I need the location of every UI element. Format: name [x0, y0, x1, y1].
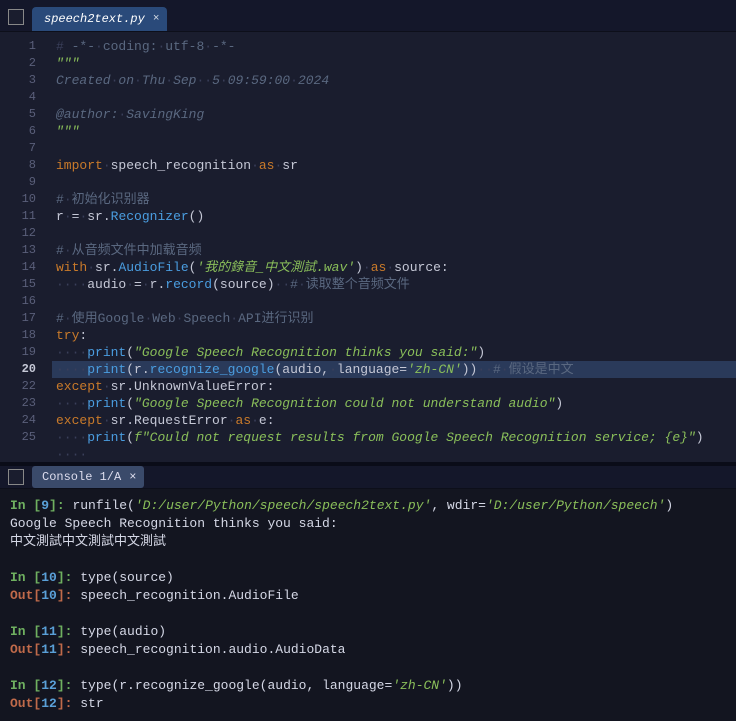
line-number: 19: [12, 344, 36, 361]
editor-tab[interactable]: speech2text.py ×: [32, 7, 167, 31]
code-line[interactable]: except·sr.UnknownValueError:: [52, 378, 736, 395]
line-number: 17: [12, 310, 36, 327]
close-icon[interactable]: ×: [129, 470, 136, 484]
line-number: 8: [12, 157, 36, 174]
panel-icon[interactable]: [8, 9, 24, 25]
line-number: 2: [12, 55, 36, 72]
code-area[interactable]: 123456789101112131415161718192022232425 …: [0, 32, 736, 462]
line-number: 1: [12, 38, 36, 55]
code-line[interactable]: [52, 174, 736, 191]
line-number: 9: [12, 174, 36, 191]
close-icon[interactable]: ×: [153, 13, 160, 25]
code-line[interactable]: with·sr.AudioFile('我的錄音_中文測試.wav')·as·so…: [52, 259, 736, 276]
console-output[interactable]: In [9]: runfile('D:/user/Python/speech/s…: [0, 489, 736, 721]
line-number: 24: [12, 412, 36, 429]
console-tab-bar: Console 1/A ×: [0, 466, 736, 489]
line-number: 7: [12, 140, 36, 157]
line-number: 12: [12, 225, 36, 242]
line-number: 11: [12, 208, 36, 225]
code-line[interactable]: Created·on·Thu·Sep··5·09:59:00·2024: [52, 72, 736, 89]
line-number: 3: [12, 72, 36, 89]
console-line: In [10]: type(source): [10, 569, 726, 587]
code-line[interactable]: #·从音频文件中加载音频: [52, 242, 736, 259]
line-number: 23: [12, 395, 36, 412]
code-line[interactable]: """: [52, 55, 736, 72]
line-number: 16: [12, 293, 36, 310]
line-gutter: 123456789101112131415161718192022232425: [0, 32, 44, 462]
console-line: [10, 659, 726, 677]
line-number: 5: [12, 106, 36, 123]
line-number: 18: [12, 327, 36, 344]
line-number: 25: [12, 429, 36, 446]
line-number: [12, 446, 36, 462]
console-line: In [11]: type(audio): [10, 623, 726, 641]
console-line: [10, 605, 726, 623]
line-number: 13: [12, 242, 36, 259]
line-number: 14: [12, 259, 36, 276]
code-line[interactable]: r·=·sr.Recognizer(): [52, 208, 736, 225]
code-line[interactable]: @author:·SavingKing: [52, 106, 736, 123]
panel-icon[interactable]: [8, 469, 24, 485]
code-line[interactable]: ····: [52, 446, 736, 462]
code-line[interactable]: # -*-·coding:·utf-8·-*-: [52, 38, 736, 55]
code-line[interactable]: [52, 89, 736, 106]
code-line[interactable]: #·初始化识别器: [52, 191, 736, 208]
line-number: 4: [12, 89, 36, 106]
console-line: Out[10]: speech_recognition.AudioFile: [10, 587, 726, 605]
line-number: 20: [12, 361, 36, 378]
code-line[interactable]: """: [52, 123, 736, 140]
code-line[interactable]: [52, 140, 736, 157]
code-line[interactable]: except·sr.RequestError·as·e:: [52, 412, 736, 429]
line-number: 15: [12, 276, 36, 293]
console-line: Out[12]: str: [10, 695, 726, 713]
code-line[interactable]: ····print(f"Could not request results fr…: [52, 429, 736, 446]
console-tab-label: Console 1/A: [42, 470, 121, 484]
code-line[interactable]: #·使用Google·Web·Speech·API进行识别: [52, 310, 736, 327]
code-line[interactable]: try:: [52, 327, 736, 344]
line-number: 22: [12, 378, 36, 395]
console-line: In [9]: runfile('D:/user/Python/speech/s…: [10, 497, 726, 515]
line-number: 6: [12, 123, 36, 140]
console-tab[interactable]: Console 1/A ×: [32, 466, 144, 488]
code-line[interactable]: ····print("Google Speech Recognition thi…: [52, 344, 736, 361]
code-lines[interactable]: # -*-·coding:·utf-8·-*-"""Created·on·Thu…: [44, 32, 736, 462]
code-line[interactable]: ····print(r.recognize_google(audio,·lang…: [52, 361, 736, 378]
editor-tab-label: speech2text.py: [44, 12, 145, 26]
code-line[interactable]: ····audio·=·r.record(source)··#·读取整个音频文件: [52, 276, 736, 293]
code-line[interactable]: import·speech_recognition·as·sr: [52, 157, 736, 174]
console-line: Google Speech Recognition thinks you sai…: [10, 515, 726, 533]
code-line[interactable]: [52, 225, 736, 242]
console-line: Out[11]: speech_recognition.audio.AudioD…: [10, 641, 726, 659]
console-line: [10, 551, 726, 569]
console-panel: Console 1/A × In [9]: runfile('D:/user/P…: [0, 466, 736, 715]
console-line: In [12]: type(r.recognize_google(audio, …: [10, 677, 726, 695]
code-line[interactable]: ····print("Google Speech Recognition cou…: [52, 395, 736, 412]
code-line[interactable]: [52, 293, 736, 310]
console-line: 中文測試中文測試中文測試: [10, 533, 726, 551]
editor-panel: speech2text.py × 12345678910111213141516…: [0, 0, 736, 462]
editor-tab-bar: speech2text.py ×: [0, 0, 736, 32]
line-number: 10: [12, 191, 36, 208]
